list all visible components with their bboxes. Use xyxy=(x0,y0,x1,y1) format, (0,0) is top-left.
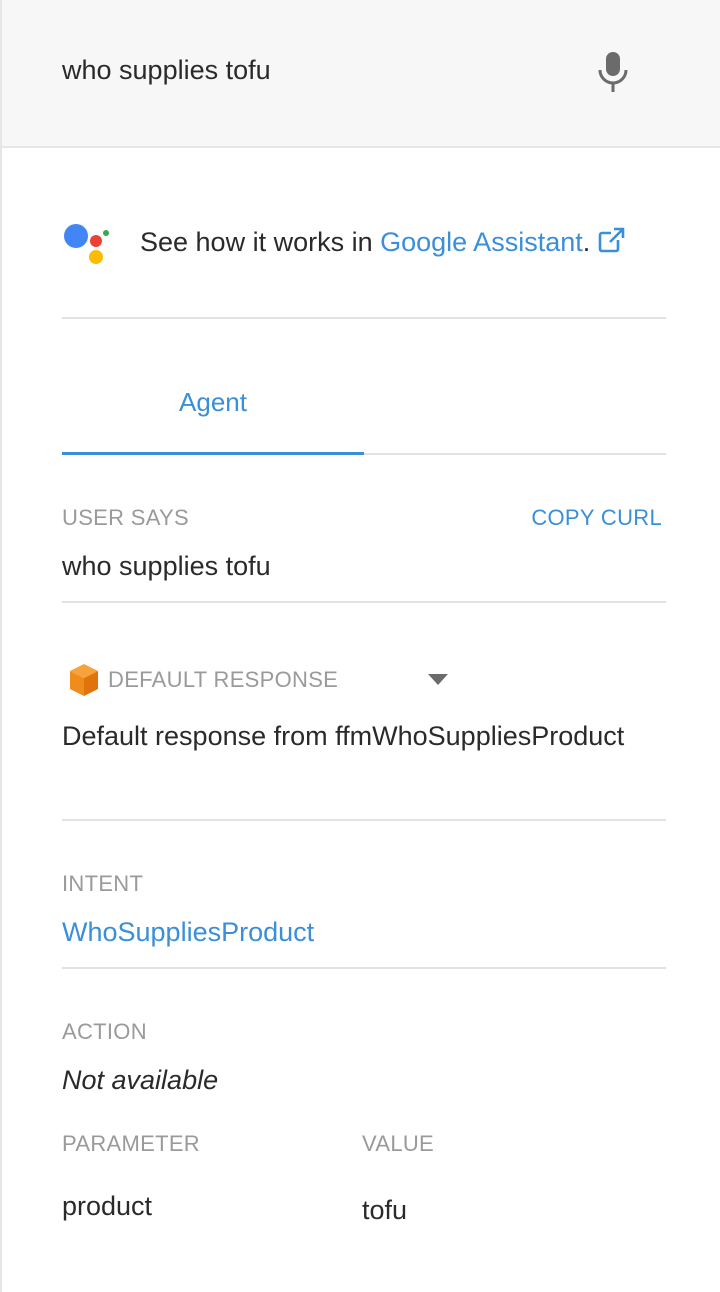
google-assistant-link[interactable]: Google Assistant xyxy=(380,227,583,257)
intent-label: INTENT xyxy=(62,871,144,896)
chevron-down-icon[interactable] xyxy=(426,672,450,688)
copy-curl-button[interactable]: COPY CURL xyxy=(531,504,662,532)
action-label: ACTION xyxy=(62,1019,147,1044)
external-link-icon[interactable] xyxy=(598,226,626,262)
parameter-value: tofu xyxy=(362,1195,408,1225)
assistant-suffix: . xyxy=(582,227,591,257)
default-response-label: DEFAULT RESPONSE xyxy=(108,667,339,692)
google-assistant-logo-icon xyxy=(62,222,112,266)
cube-icon xyxy=(68,662,100,698)
divider xyxy=(62,819,666,821)
value-header: VALUE xyxy=(362,1131,435,1156)
test-console-panel: who supplies tofu See how it works in Go… xyxy=(0,0,720,1292)
google-assistant-row: See how it works in Google Assistant. xyxy=(62,222,666,266)
query-input[interactable]: who supplies tofu xyxy=(62,52,271,88)
divider xyxy=(62,967,666,969)
user-says-label: USER SAYS xyxy=(62,505,189,530)
microphone-icon[interactable] xyxy=(596,50,630,94)
default-response-value: Default response from ffmWhoSuppliesProd… xyxy=(62,721,625,751)
parameter-name: product xyxy=(62,1191,153,1221)
tab-agent[interactable]: Agent xyxy=(62,380,364,454)
divider xyxy=(62,601,666,603)
query-bar: who supplies tofu xyxy=(2,0,720,148)
intent-link[interactable]: WhoSuppliesProduct xyxy=(62,914,314,950)
parameter-header: PARAMETER xyxy=(62,1131,200,1156)
divider xyxy=(62,317,666,319)
action-value: Not available xyxy=(62,1065,219,1095)
user-says-value: who supplies tofu xyxy=(62,551,271,581)
assistant-prefix: See how it works in xyxy=(140,227,381,257)
tab-active-indicator xyxy=(62,452,364,455)
assistant-message: See how it works in Google Assistant. xyxy=(140,224,626,262)
